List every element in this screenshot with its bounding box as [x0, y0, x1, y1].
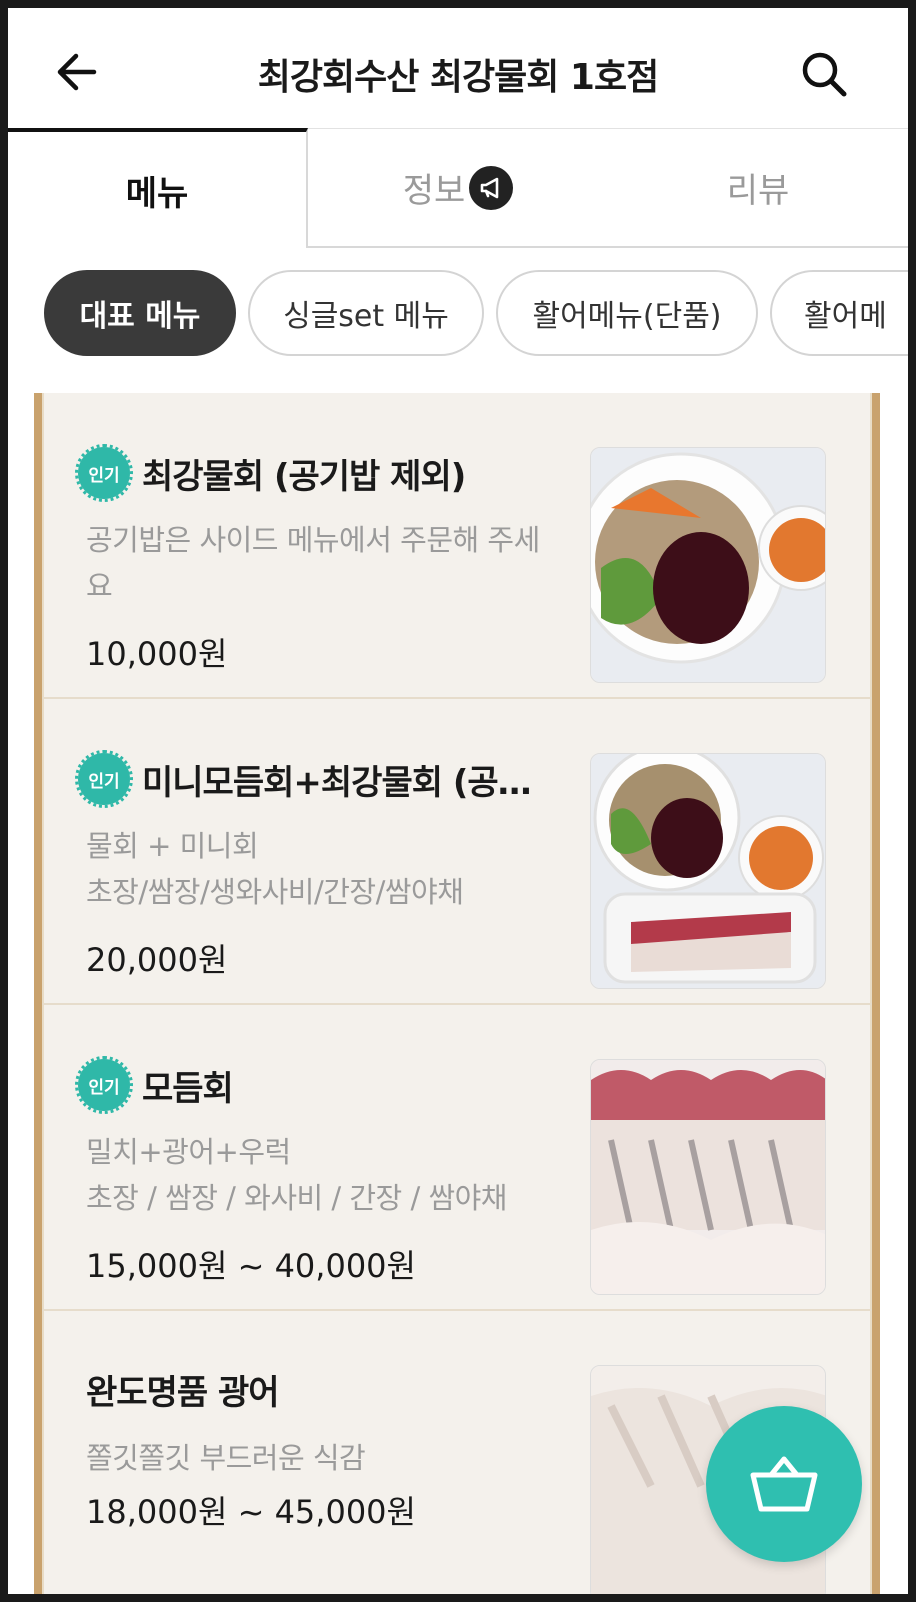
back-button[interactable] — [48, 44, 104, 100]
item-name: 완도명품 광어 — [86, 1373, 279, 1413]
search-button[interactable] — [794, 44, 854, 104]
tab-menu-label: 메뉴 — [125, 173, 189, 214]
page-title: 최강회수산 최강물회 1호점 — [257, 57, 659, 98]
tab-review-label: 리뷰 — [726, 171, 790, 211]
item-name-row: 인기 미니모듬회+최강물회 (공기밥 제외) — [75, 750, 558, 808]
popular-badge: 인기 — [75, 750, 133, 808]
item-name: 최강물회 (공기밥 제외) — [142, 456, 466, 497]
item-name: 모듬회 — [142, 1068, 233, 1109]
megaphone-icon — [469, 165, 514, 210]
shopping-basket-icon — [750, 1456, 818, 1512]
top-bar: 최강회수산 최강물회 1호점 — [8, 8, 908, 128]
chip-live-fish-menu[interactable]: 활어메뉴(단품) — [496, 270, 758, 356]
popular-badge: 인기 — [75, 444, 133, 502]
item-description: 공기밥은 사이드 메뉴에서 주문해 주세요 — [86, 523, 540, 603]
item-description: 쫄깃쫄깃 부드러운 식감 — [86, 1441, 366, 1475]
item-description-line-1: 물회 + 미니회 — [86, 829, 259, 863]
arrow-left-icon — [57, 53, 97, 91]
popular-badge: 인기 — [75, 1056, 133, 1114]
chip-single-set-menu[interactable]: 싱글set 메뉴 — [248, 270, 484, 356]
cart-button[interactable] — [706, 1406, 862, 1562]
item-description-line-1: 밀치+광어+우럭 — [86, 1135, 291, 1169]
chip-representative-menu[interactable]: 대표 메뉴 — [44, 270, 236, 356]
food-image — [590, 447, 826, 683]
tab-menu[interactable]: 메뉴 — [8, 128, 308, 248]
tab-review[interactable]: 리뷰 — [608, 128, 908, 248]
chip-live-fish-menu-2[interactable]: 활어메 — [770, 270, 908, 356]
item-price: 10,000원 — [86, 635, 228, 673]
item-description-line-2: 초장 / 쌈장 / 와사비 / 간장 / 쌈야채 — [86, 1181, 508, 1215]
food-image — [590, 1059, 826, 1295]
item-name: 미니모듬회+최강물회 (공기밥 제외) — [142, 762, 542, 803]
item-description: 물회 + 미니회 초장/쌈장/생와사비/간장/쌈야채 — [86, 823, 556, 915]
menu-item[interactable]: 인기 모듬회 밀치+광어+우럭 초장 / 쌈장 / 와사비 / 간장 / 쌈야채… — [42, 1005, 872, 1311]
tab-info[interactable]: 정보 — [308, 128, 608, 248]
item-price: 18,000원 ~ 45,000원 — [86, 1493, 416, 1531]
item-name-row: 인기 최강물회 (공기밥 제외) — [75, 444, 558, 502]
menu-item[interactable]: 인기 최강물회 (공기밥 제외) 공기밥은 사이드 메뉴에서 주문해 주세요 1… — [42, 393, 872, 699]
item-name-row: 완도명품 광어 — [78, 1365, 558, 1414]
item-description-line-2: 초장/쌈장/생와사비/간장/쌈야채 — [86, 875, 464, 909]
item-name-row: 인기 모듬회 — [75, 1056, 558, 1114]
search-icon — [802, 52, 847, 97]
item-description: 밀치+광어+우럭 초장 / 쌈장 / 와사비 / 간장 / 쌈야채 — [86, 1129, 556, 1221]
app-screen: 최강회수산 최강물회 1호점 메뉴 정보 리뷰 대표 메뉴 싱글set 메뉴 활… — [8, 8, 908, 1594]
item-price: 15,000원 ~ 40,000원 — [86, 1247, 416, 1285]
tab-bar: 메뉴 정보 리뷰 — [8, 128, 908, 248]
item-price: 20,000원 — [86, 941, 228, 979]
food-image — [590, 753, 826, 989]
menu-item[interactable]: 인기 미니모듬회+최강물회 (공기밥 제외) 물회 + 미니회 초장/쌈장/생와… — [42, 699, 872, 1005]
category-chips: 대표 메뉴 싱글set 메뉴 활어메뉴(단품) 활어메 — [8, 270, 908, 360]
tab-info-label: 정보 — [402, 171, 466, 211]
